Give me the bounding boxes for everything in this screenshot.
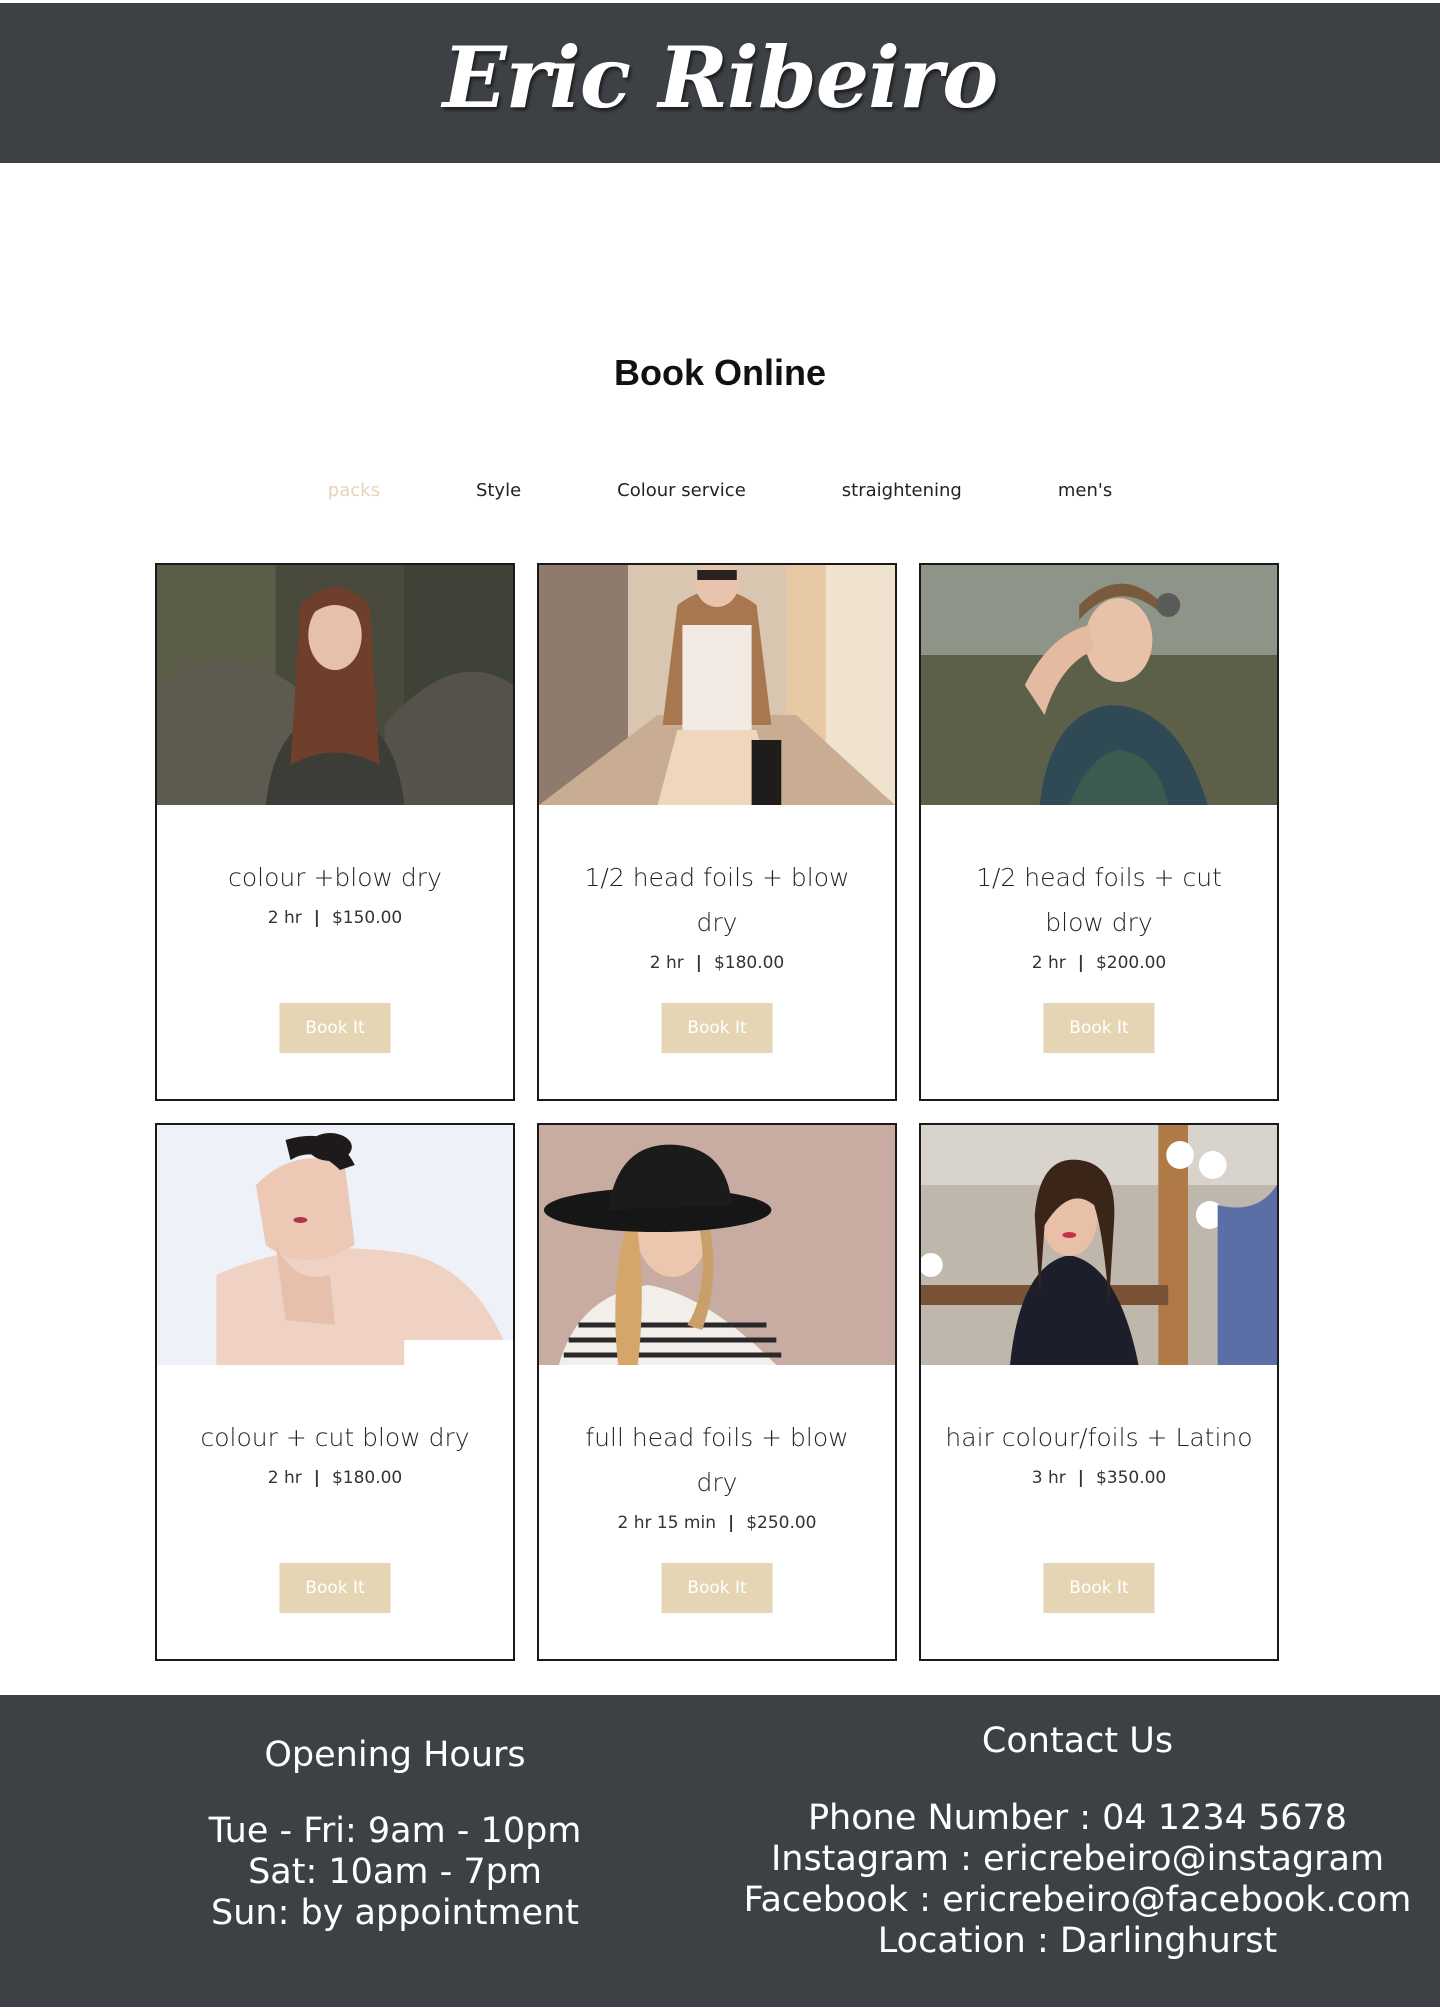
contact-facebook: Facebook : ericrebeiro@facebook.com xyxy=(743,1880,1412,1920)
page-title: Book Online xyxy=(613,352,826,393)
tab-mens[interactable]: men's xyxy=(1010,480,1160,510)
tab-packs[interactable]: packs xyxy=(280,480,428,510)
service-image[interactable] xyxy=(539,565,895,805)
service-card: 1/2 head foils + cut blow dry 2 hr | $200.… xyxy=(919,563,1279,1101)
woman-street-image xyxy=(539,565,895,805)
tab-style[interactable]: Style xyxy=(428,480,569,510)
service-card-body: full head foils + blow dry 2 hr 15 min | $… xyxy=(539,1365,895,1659)
service-title[interactable]: hair colour/foils + Latino xyxy=(945,1415,1253,1460)
service-card: 1/2 head foils + blow dry 2 hr | $180.00 B… xyxy=(537,563,897,1101)
meta-separator: | xyxy=(695,953,702,973)
service-price: $350.00 xyxy=(1095,1468,1167,1488)
service-meta: 2 hr | $200.00 xyxy=(945,953,1253,973)
service-image[interactable] xyxy=(539,1125,895,1365)
site-footer: Opening Hours Tue - Fri: 9am - 10pm Sat:… xyxy=(0,1695,1440,2007)
opening-hours-title: Opening Hours xyxy=(264,1735,526,1775)
service-duration: 2 hr 15 min xyxy=(617,1513,716,1533)
service-card: full head foils + blow dry 2 hr 15 min | $… xyxy=(537,1123,897,1661)
woman-portrait-image xyxy=(157,565,513,805)
woman-skincare-image xyxy=(157,1125,513,1365)
service-title[interactable]: full head foils + blow dry xyxy=(563,1415,871,1505)
service-duration: 2 hr xyxy=(1031,953,1066,973)
service-image[interactable] xyxy=(921,1125,1277,1365)
service-price: $200.00 xyxy=(1095,953,1167,973)
service-duration: 2 hr xyxy=(267,908,302,928)
woman-hat-image xyxy=(539,1125,895,1365)
service-meta: 2 hr | $180.00 xyxy=(181,1468,489,1488)
service-card: hair colour/foils + Latino 3 hr | $350.00 … xyxy=(919,1123,1279,1661)
book-it-button[interactable]: Book It xyxy=(1043,1563,1155,1613)
book-it-button[interactable]: Book It xyxy=(661,1003,773,1053)
service-meta: 2 hr | $150.00 xyxy=(181,908,489,928)
service-price: $180.00 xyxy=(331,1468,403,1488)
service-card-body: 1/2 head foils + blow dry 2 hr | $180.00 B… xyxy=(539,805,895,1099)
services-grid: colour +blow dry 2 hr | $150.00 Book It xyxy=(155,563,1279,1661)
service-title[interactable]: 1/2 head foils + blow dry xyxy=(563,855,871,945)
service-image[interactable] xyxy=(157,1125,513,1365)
site-header: Eric Ribeiro xyxy=(0,3,1440,163)
meta-separator: | xyxy=(313,908,320,928)
service-card: colour +blow dry 2 hr | $150.00 Book It xyxy=(155,563,515,1101)
tab-colour-service[interactable]: Colour service xyxy=(569,480,794,510)
contact-section: Contact Us Phone Number : 04 1234 5678 I… xyxy=(700,1721,1440,1962)
hours-line: Sat: 10am - 7pm xyxy=(248,1852,542,1892)
service-price: $250.00 xyxy=(746,1513,817,1533)
meta-separator: | xyxy=(313,1468,320,1488)
service-card: colour + cut blow dry 2 hr | $180.00 Book … xyxy=(155,1123,515,1661)
service-duration: 2 hr xyxy=(267,1468,302,1488)
tab-straightening[interactable]: straightening xyxy=(794,480,1010,510)
contact-instagram: Instagram : ericrebeiro@instagram xyxy=(770,1839,1385,1879)
service-category-tabs: packs Style Colour service straightening… xyxy=(0,480,1440,510)
hours-line: Tue - Fri: 9am - 10pm xyxy=(208,1811,582,1851)
service-title[interactable]: colour + cut blow dry xyxy=(181,1415,489,1460)
woman-field-image xyxy=(921,565,1277,805)
book-it-button[interactable]: Book It xyxy=(1043,1003,1155,1053)
salon-styling-image xyxy=(921,1125,1277,1365)
hours-line: Sun: by appointment xyxy=(210,1893,579,1933)
book-it-button[interactable]: Book It xyxy=(279,1003,391,1053)
service-card-body: hair colour/foils + Latino 3 hr | $350.00 … xyxy=(921,1365,1277,1659)
service-meta: 3 hr | $350.00 xyxy=(945,1468,1253,1488)
service-title[interactable]: colour +blow dry xyxy=(181,855,489,900)
contact-phone: Phone Number : 04 1234 5678 xyxy=(807,1798,1348,1838)
service-card-body: colour +blow dry 2 hr | $150.00 Book It xyxy=(157,805,513,1099)
service-title[interactable]: 1/2 head foils + cut blow dry xyxy=(945,855,1253,945)
meta-separator: | xyxy=(1077,953,1084,973)
service-card-body: 1/2 head foils + cut blow dry 2 hr | $200.… xyxy=(921,805,1277,1099)
service-meta: 2 hr 15 min | $250.00 xyxy=(563,1513,871,1533)
service-image[interactable] xyxy=(921,565,1277,805)
service-price: $150.00 xyxy=(331,908,403,928)
meta-separator: | xyxy=(1077,1468,1084,1488)
book-it-button[interactable]: Book It xyxy=(279,1563,391,1613)
contact-title: Contact Us xyxy=(981,1721,1174,1761)
bottom-strip xyxy=(0,2007,1440,2015)
service-card-body: colour + cut blow dry 2 hr | $180.00 Book … xyxy=(157,1365,513,1659)
service-duration: 3 hr xyxy=(1031,1468,1066,1488)
service-duration: 2 hr xyxy=(649,953,684,973)
opening-hours-section: Opening Hours Tue - Fri: 9am - 10pm Sat:… xyxy=(195,1735,595,1934)
service-price: $180.00 xyxy=(713,953,785,973)
book-it-button[interactable]: Book It xyxy=(661,1563,773,1613)
contact-location: Location : Darlinghurst xyxy=(877,1921,1278,1961)
service-image[interactable] xyxy=(157,565,513,805)
meta-separator: | xyxy=(727,1513,735,1533)
service-meta: 2 hr | $180.00 xyxy=(563,953,871,973)
site-title[interactable]: Eric Ribeiro xyxy=(443,28,999,127)
